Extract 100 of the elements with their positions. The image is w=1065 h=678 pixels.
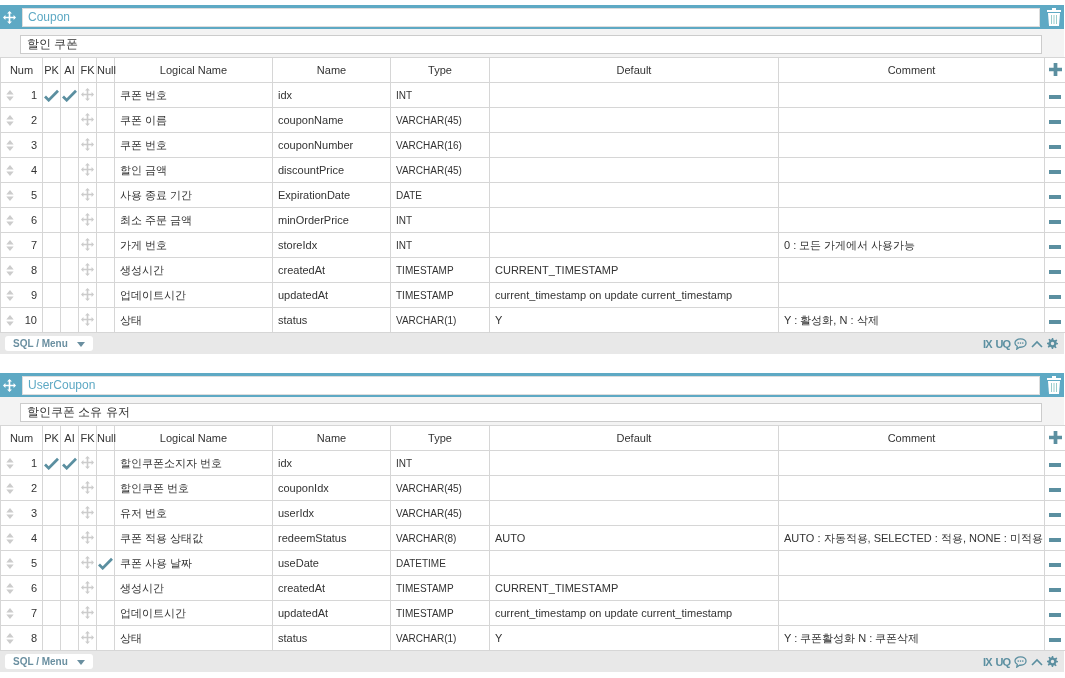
move-icon[interactable] [81, 87, 94, 101]
move-icon[interactable] [81, 580, 94, 594]
settings-icon[interactable] [1047, 338, 1058, 349]
column-name-cell: discountPrice [278, 164, 345, 176]
move-icon[interactable] [81, 237, 94, 251]
type-cell: VARCHAR(8) [396, 532, 457, 544]
sort-icon[interactable] [6, 582, 14, 594]
index-toggle-button[interactable]: IX [983, 655, 992, 668]
minus-icon[interactable] [1049, 145, 1062, 149]
sort-icon[interactable] [6, 607, 14, 619]
plus-icon[interactable] [1048, 430, 1062, 444]
sort-icon[interactable] [6, 214, 14, 226]
move-icon[interactable] [3, 10, 16, 24]
table-name-field[interactable]: UserCoupon [22, 375, 1040, 395]
minus-icon[interactable] [1049, 488, 1062, 492]
collapse-icon[interactable] [1031, 339, 1043, 348]
move-icon[interactable] [81, 312, 94, 326]
comment-icon[interactable] [1014, 655, 1027, 668]
move-icon[interactable] [81, 530, 94, 544]
minus-icon[interactable] [1049, 170, 1062, 174]
sort-icon[interactable] [6, 457, 14, 469]
row-number: 9 [30, 289, 37, 301]
checkmark-icon[interactable] [98, 556, 113, 570]
move-icon[interactable] [81, 480, 94, 494]
caret-icon[interactable] [76, 659, 85, 665]
collapse-icon[interactable] [1031, 657, 1043, 666]
settings-icon[interactable] [1047, 656, 1058, 667]
index-toggle-button[interactable]: IX [983, 337, 992, 350]
type-cell: VARCHAR(1) [396, 314, 457, 326]
sort-icon[interactable] [6, 89, 14, 101]
index-toggle-button[interactable]: UQ [995, 655, 1010, 668]
table-name-field[interactable]: Coupon [22, 7, 1040, 27]
sort-icon[interactable] [6, 164, 14, 176]
row-number: 4 [30, 532, 37, 544]
move-icon[interactable] [81, 605, 94, 619]
minus-icon[interactable] [1049, 538, 1062, 542]
minus-icon[interactable] [1049, 513, 1062, 517]
minus-icon[interactable] [1049, 588, 1062, 592]
caret-icon[interactable] [76, 341, 85, 347]
column-name-cell: couponIdx [278, 482, 329, 494]
type-cell: INT [396, 214, 413, 226]
sort-icon[interactable] [6, 239, 14, 251]
minus-icon[interactable] [1049, 120, 1062, 124]
minus-icon[interactable] [1049, 638, 1062, 642]
sort-icon[interactable] [6, 289, 14, 301]
sort-icon[interactable] [6, 507, 14, 519]
type-cell: INT [396, 89, 413, 101]
table-comment-field[interactable]: 할인 쿠폰 [20, 35, 1042, 54]
checkmark-icon[interactable] [44, 456, 59, 470]
trash-icon[interactable] [1047, 8, 1061, 26]
sort-icon[interactable] [6, 557, 14, 569]
move-icon[interactable] [81, 455, 94, 469]
move-icon[interactable] [81, 187, 94, 201]
move-icon[interactable] [81, 112, 94, 126]
minus-icon[interactable] [1049, 245, 1062, 249]
index-toggle-button[interactable]: UQ [995, 337, 1010, 350]
trash-icon[interactable] [1047, 376, 1061, 394]
move-icon[interactable] [81, 630, 94, 644]
comment-icon[interactable] [1014, 337, 1027, 350]
minus-icon[interactable] [1049, 563, 1062, 567]
checkmark-icon[interactable] [62, 88, 77, 102]
row-number: 7 [30, 239, 37, 251]
sql-menu-button[interactable]: SQL / Menu [5, 654, 93, 669]
logical-name-cell: 할인쿠폰 번호 [120, 481, 190, 494]
column-name-cell: createdAt [278, 582, 326, 594]
comment-cell: Y : 쿠폰활성화 N : 쿠폰삭제 [784, 631, 920, 644]
minus-icon[interactable] [1049, 95, 1062, 99]
minus-icon[interactable] [1049, 320, 1062, 324]
column-name-cell: status [278, 632, 308, 644]
row-number: 8 [30, 632, 37, 644]
sort-icon[interactable] [6, 532, 14, 544]
sort-icon[interactable] [6, 189, 14, 201]
type-cell: VARCHAR(45) [396, 482, 462, 494]
minus-icon[interactable] [1049, 270, 1062, 274]
move-icon[interactable] [3, 378, 16, 392]
minus-icon[interactable] [1049, 195, 1062, 199]
move-icon[interactable] [81, 162, 94, 176]
move-icon[interactable] [81, 262, 94, 276]
sql-menu-button[interactable]: SQL / Menu [5, 336, 93, 351]
sort-icon[interactable] [6, 264, 14, 276]
sort-icon[interactable] [6, 632, 14, 644]
move-icon[interactable] [81, 212, 94, 226]
sort-icon[interactable] [6, 482, 14, 494]
row-number: 7 [30, 607, 37, 619]
column-header: Logical Name [114, 425, 273, 451]
sort-icon[interactable] [6, 139, 14, 151]
checkmark-icon[interactable] [62, 456, 77, 470]
checkmark-icon[interactable] [44, 88, 59, 102]
minus-icon[interactable] [1049, 295, 1062, 299]
sort-icon[interactable] [6, 114, 14, 126]
plus-icon[interactable] [1048, 62, 1062, 76]
move-icon[interactable] [81, 137, 94, 151]
move-icon[interactable] [81, 505, 94, 519]
move-icon[interactable] [81, 287, 94, 301]
minus-icon[interactable] [1049, 463, 1062, 467]
table-comment-field[interactable]: 할인쿠폰 소유 유저 [20, 403, 1042, 422]
minus-icon[interactable] [1049, 220, 1062, 224]
sort-icon[interactable] [6, 314, 14, 326]
move-icon[interactable] [81, 555, 94, 569]
minus-icon[interactable] [1049, 613, 1062, 617]
